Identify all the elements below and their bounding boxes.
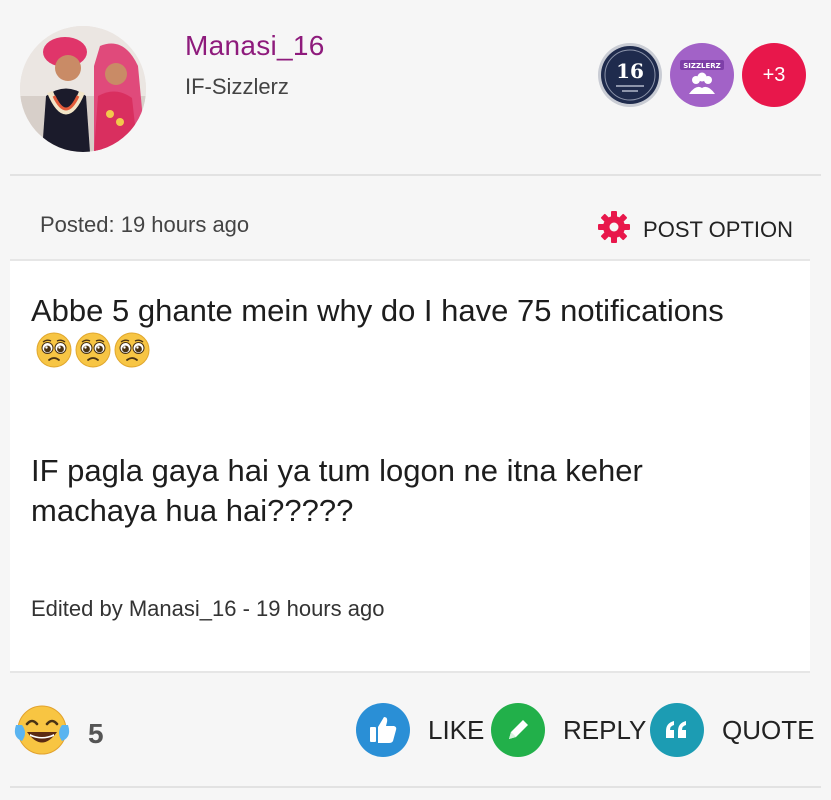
anniversary-number: 16 bbox=[616, 59, 644, 83]
thumbs-up-icon bbox=[356, 703, 410, 757]
quote-label: QUOTE bbox=[722, 714, 815, 745]
post-paragraph: IF pagla gaya hai ya tum logon ne itna k… bbox=[31, 451, 771, 531]
avatar[interactable] bbox=[20, 26, 146, 152]
username[interactable]: Manasi_16 bbox=[185, 30, 325, 62]
pencil-icon bbox=[491, 703, 545, 757]
reaction-summary[interactable]: 5 bbox=[14, 703, 104, 764]
quote-button[interactable]: QUOTE bbox=[650, 703, 814, 757]
pleading-face-icon bbox=[35, 331, 73, 379]
like-label: LIKE bbox=[428, 714, 485, 745]
post-paragraph: Abbe 5 ghante mein why do I have 75 noti… bbox=[31, 291, 771, 379]
reaction-count: 5 bbox=[88, 717, 104, 749]
gear-icon bbox=[597, 210, 631, 249]
quote-icon bbox=[650, 703, 704, 757]
post-option-label: POST OPTION bbox=[643, 216, 793, 242]
sizzlerz-badge-icon[interactable]: SIZZLERZ bbox=[669, 42, 735, 108]
laughing-tears-icon bbox=[14, 703, 70, 764]
posted-time: Posted: 19 hours ago bbox=[40, 212, 250, 237]
pleading-face-icon bbox=[113, 331, 151, 379]
header-divider bbox=[10, 174, 821, 176]
post-text-1: Abbe 5 ghante mein why do I have 75 noti… bbox=[31, 293, 724, 328]
sizzlerz-badge-text: SIZZLERZ bbox=[683, 62, 721, 70]
post-content: Abbe 5 ghante mein why do I have 75 noti… bbox=[10, 259, 810, 673]
post-option-button[interactable]: POST OPTION bbox=[597, 210, 793, 249]
post-header: Manasi_16 IF-Sizzlerz 16 SIZZLERZ +3 bbox=[0, 0, 831, 175]
reply-button[interactable]: REPLY bbox=[491, 703, 646, 757]
user-group: IF-Sizzlerz bbox=[185, 74, 289, 99]
edited-note: Edited by Manasi_16 - 19 hours ago bbox=[31, 596, 385, 621]
pleading-face-icon bbox=[74, 331, 112, 379]
anniversary-badge-icon[interactable]: 16 bbox=[597, 42, 663, 108]
emoji-row bbox=[35, 331, 151, 379]
more-badges-button[interactable]: +3 bbox=[742, 43, 806, 107]
like-button[interactable]: LIKE bbox=[356, 703, 484, 757]
post-text-2: IF pagla gaya hai ya tum logon ne itna k… bbox=[31, 453, 643, 528]
footer-divider bbox=[10, 786, 821, 788]
reply-label: REPLY bbox=[563, 714, 647, 745]
